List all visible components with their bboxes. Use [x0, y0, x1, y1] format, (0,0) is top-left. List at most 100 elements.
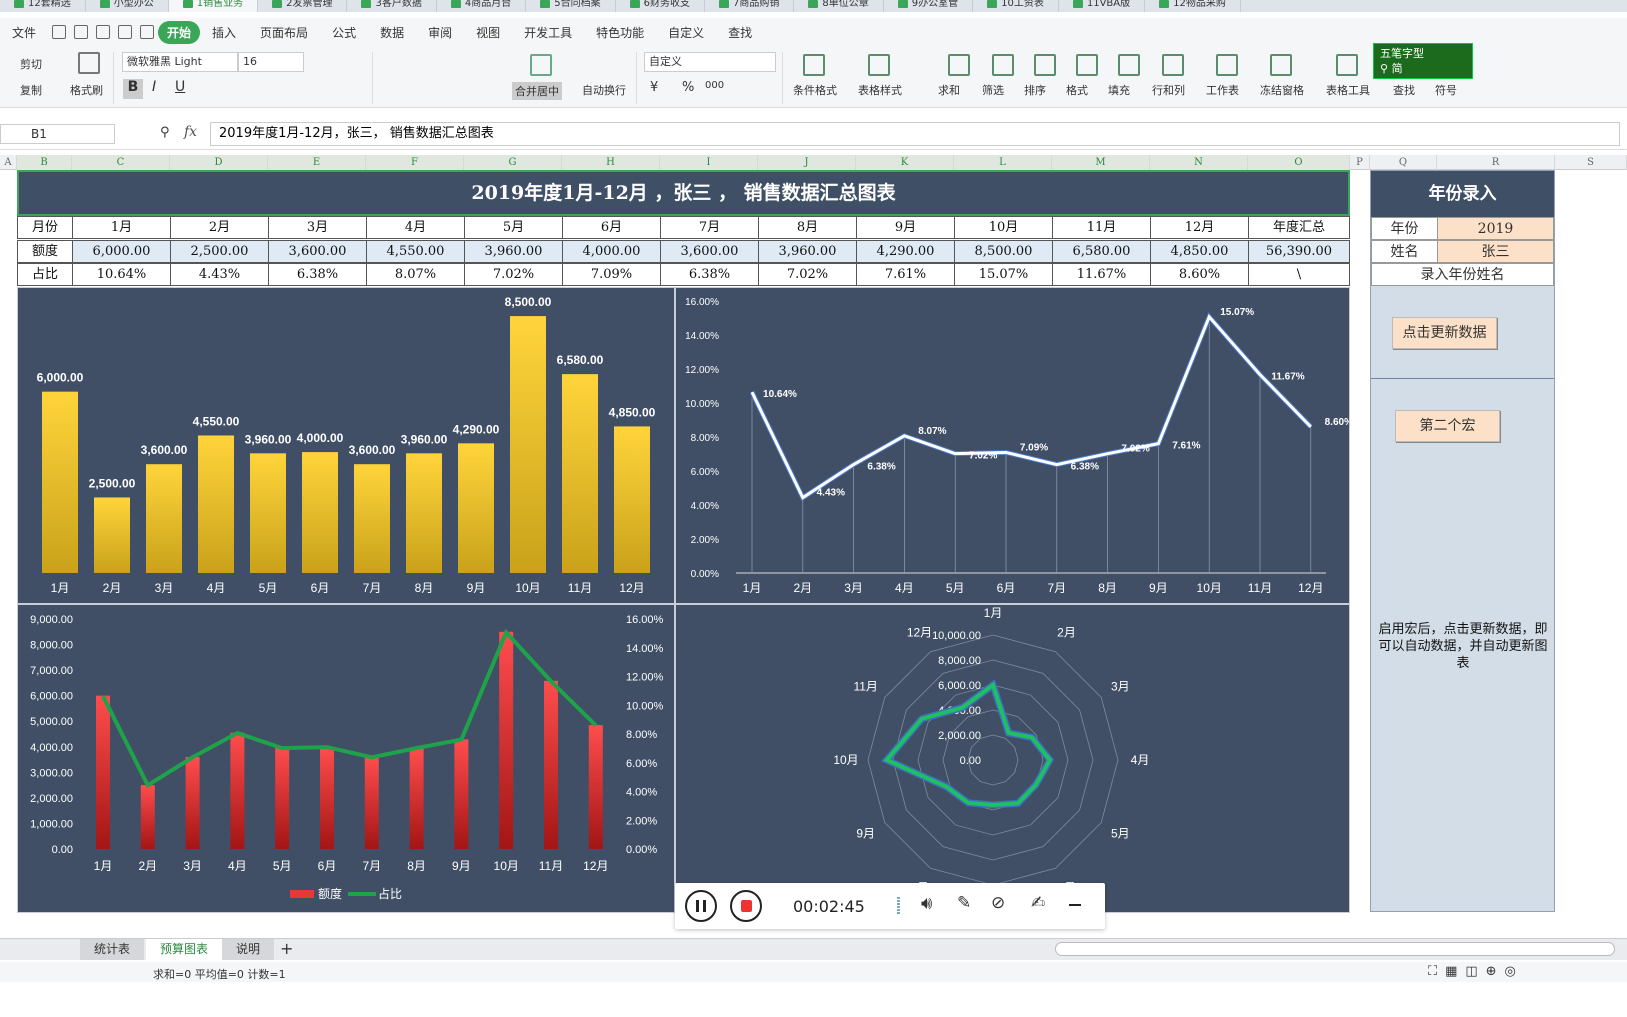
table-cell[interactable]: 8月 [758, 216, 857, 239]
column-header[interactable]: K [856, 155, 954, 170]
column-header[interactable]: O [1248, 155, 1350, 170]
merge-center-button[interactable]: 合并居中 [512, 82, 562, 100]
bar[interactable] [320, 746, 334, 849]
table-cell[interactable]: 5月 [464, 216, 563, 239]
total-cell[interactable]: 年度汇总 [1248, 216, 1350, 239]
horizontal-scrollbar[interactable] [1055, 942, 1615, 956]
menu-9[interactable]: 特色功能 [584, 24, 656, 41]
column-header[interactable]: F [366, 155, 464, 170]
name-box[interactable]: B1 [0, 124, 115, 144]
doc-tab[interactable]: 1销售业务 [168, 0, 259, 12]
bar-chart[interactable]: 6,000.00 1月 2,500.00 2月 3,600.00 3月 4,550.00 4月… [17, 287, 675, 604]
table-cell[interactable]: 4,000.00 [562, 240, 661, 263]
sheet-tab[interactable]: 说明 [222, 939, 275, 960]
underline-button[interactable]: U [175, 79, 185, 95]
table-tools-button[interactable]: 表格工具 [1326, 82, 1370, 98]
doc-tab[interactable]: 4商品月台 [437, 0, 527, 12]
table-cell[interactable]: 4,550.00 [366, 240, 465, 263]
column-header[interactable]: C [72, 155, 170, 170]
column-header[interactable]: G [464, 155, 562, 170]
table-cell[interactable]: 9月 [856, 216, 955, 239]
bar[interactable] [409, 747, 424, 849]
doc-tab[interactable]: 12物品采购 [1145, 0, 1241, 12]
column-header[interactable]: N [1150, 155, 1248, 170]
column-header[interactable]: E [268, 155, 366, 170]
bar[interactable] [94, 497, 130, 573]
table-cell[interactable]: 3,600.00 [660, 240, 759, 263]
bar[interactable] [406, 453, 442, 573]
combo-chart[interactable]: 0.00 1,000.00 2,000.00 3,000.00 4,000.00 5,00… [17, 604, 675, 913]
percent-button[interactable]: % [682, 80, 694, 95]
table-cell[interactable]: 10.64% [72, 263, 171, 286]
table-cell[interactable]: 3,960.00 [758, 240, 857, 263]
table-cell[interactable]: 6,580.00 [1052, 240, 1151, 263]
line-series[interactable] [101, 628, 598, 789]
doc-tab[interactable]: 3客户数据 [347, 0, 437, 12]
table-cell[interactable]: 7月 [660, 216, 759, 239]
table-cell[interactable]: 7.61% [856, 263, 955, 286]
column-header[interactable]: Q [1370, 155, 1437, 170]
doc-tab[interactable]: 11VBA版 [1059, 0, 1146, 12]
menu-10[interactable]: 自定义 [656, 24, 716, 41]
bar[interactable] [96, 695, 110, 849]
quick-access-icon[interactable] [52, 25, 67, 39]
bar[interactable] [544, 680, 558, 849]
update-data-button[interactable]: 点击更新数据 [1392, 317, 1497, 349]
bar[interactable] [146, 464, 182, 573]
bar[interactable] [614, 426, 650, 573]
find-button[interactable]: 查找 [1393, 82, 1415, 98]
bar[interactable] [230, 732, 245, 849]
microphone-icon[interactable]: ✎ [957, 893, 971, 913]
line-series[interactable] [750, 313, 1312, 500]
column-header[interactable]: A [0, 155, 17, 170]
italic-button[interactable]: I [152, 79, 156, 95]
column-header[interactable]: J [758, 155, 856, 170]
copy-button[interactable]: 复制 [20, 82, 42, 98]
pen-icon[interactable]: ✍ [1031, 893, 1045, 913]
minimize-icon[interactable] [1069, 904, 1081, 906]
font-name-select[interactable]: 微软雅黑 Light [122, 52, 238, 72]
total-cell[interactable]: \ [1248, 263, 1350, 286]
menu-11[interactable]: 查找 [716, 24, 764, 41]
filter-button[interactable]: 筛选 [982, 82, 1004, 98]
formula-input[interactable]: 2019年度1月-12月，张三， 销售数据汇总图表 [210, 122, 1620, 146]
table-cell[interactable]: 11月 [1052, 216, 1151, 239]
column-header[interactable]: H [562, 155, 660, 170]
sort-button[interactable]: 排序 [1024, 82, 1046, 98]
sheet-title-cell[interactable]: 2019年度1月-12月 ，张三 ， 销售数据汇总图表 [17, 170, 1350, 216]
bold-button[interactable]: B [123, 79, 143, 99]
bar[interactable] [250, 453, 286, 573]
table-cell[interactable]: 7.09% [562, 263, 661, 286]
table-cell[interactable]: 3,600.00 [268, 240, 367, 263]
pause-button[interactable] [685, 890, 717, 922]
total-cell[interactable]: 56,390.00 [1248, 240, 1350, 263]
table-cell[interactable]: 1月 [72, 216, 171, 239]
quick-access-icon[interactable] [74, 25, 89, 39]
table-cell[interactable]: 6月 [562, 216, 661, 239]
bar[interactable] [454, 739, 469, 849]
column-header[interactable]: I [660, 155, 758, 170]
cond-format-button[interactable]: 条件格式 [793, 82, 837, 98]
bar[interactable] [198, 435, 234, 573]
zoom-icon[interactable]: ⚲ [160, 125, 170, 140]
bar[interactable] [185, 757, 200, 849]
quick-access-icon[interactable] [96, 25, 111, 39]
line-chart[interactable]: 0.00% 2.00% 4.00% 6.00% 8.00% 10.00% 12.00% 14.… [675, 287, 1350, 604]
doc-tab[interactable]: 7商品购销 [705, 0, 795, 12]
row-col-button[interactable]: 行和列 [1152, 82, 1185, 98]
ime-toolbar[interactable]: 五笔字型 ⚲ 简 [1373, 43, 1473, 79]
number-format-select[interactable]: 自定义 [644, 52, 776, 72]
table-cell[interactable]: 2月 [170, 216, 269, 239]
bar[interactable] [510, 316, 546, 573]
mute-icon[interactable]: ⊘ [991, 893, 1005, 913]
doc-tab[interactable]: 9办公室管 [884, 0, 974, 12]
format-painter-button[interactable]: 格式刷 [70, 82, 103, 98]
table-cell[interactable]: 6.38% [268, 263, 367, 286]
bar[interactable] [354, 464, 390, 573]
table-cell[interactable]: 7.02% [758, 263, 857, 286]
add-sheet-icon[interactable]: + [280, 939, 293, 958]
column-header[interactable]: R [1437, 155, 1555, 170]
menu-3[interactable]: 页面布局 [248, 24, 320, 41]
table-cell[interactable]: 12月 [1150, 216, 1249, 239]
table-cell[interactable]: 2,500.00 [170, 240, 269, 263]
